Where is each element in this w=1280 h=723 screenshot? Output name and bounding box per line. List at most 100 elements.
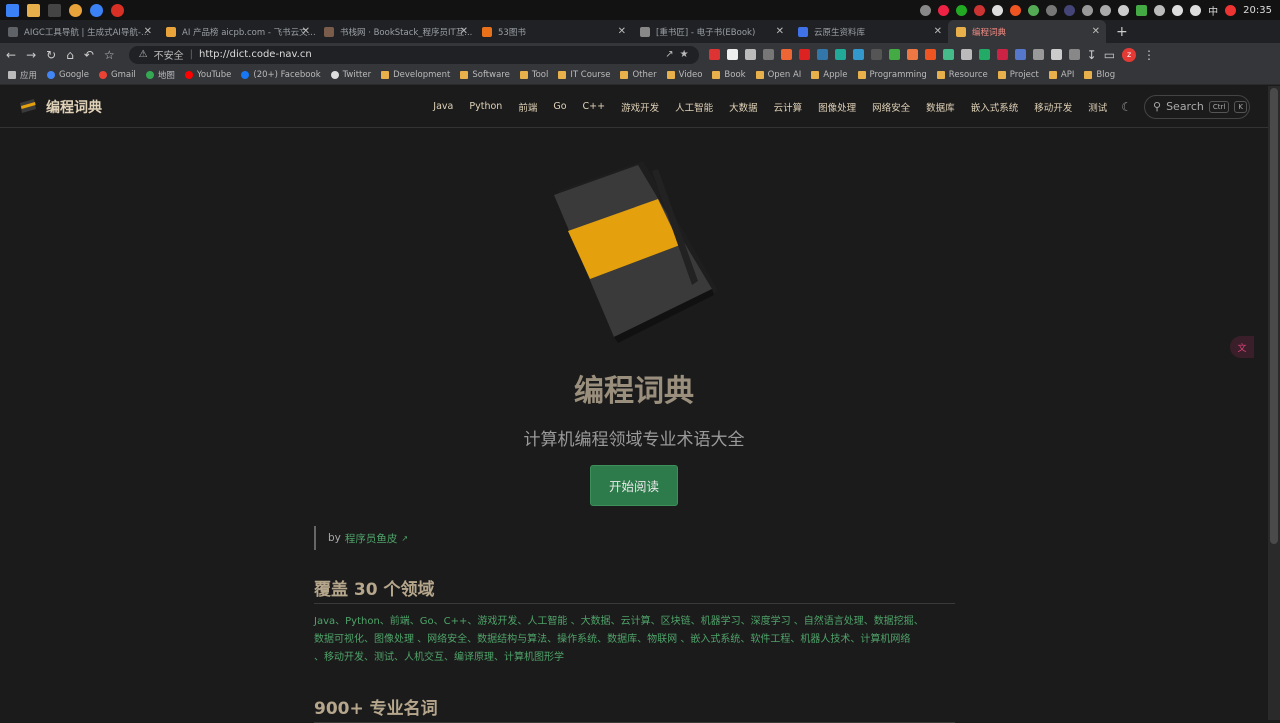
download-icon[interactable]: ↧ <box>1087 48 1097 62</box>
browser-tab[interactable]: 53图书 ✕ <box>474 20 632 43</box>
tray-icon[interactable] <box>974 4 986 16</box>
nav-link[interactable]: 人工智能 <box>675 100 713 114</box>
extension-icon[interactable] <box>906 49 918 60</box>
browser-tab[interactable]: 云原生资料库 ✕ <box>790 20 948 43</box>
bookmark-folder[interactable]: Project <box>997 70 1039 80</box>
bookmark-folder[interactable]: Development <box>381 70 450 80</box>
volume-icon[interactable] <box>1190 4 1202 16</box>
site-title[interactable]: 编程词典 <box>46 97 102 117</box>
bookmark-page-icon[interactable]: ★ <box>680 49 689 60</box>
tray-icon[interactable] <box>1028 4 1040 16</box>
sogou-icon[interactable] <box>1225 4 1237 16</box>
back-icon[interactable]: ← <box>6 48 16 62</box>
windows-start-icon[interactable] <box>6 3 19 17</box>
tray-icon[interactable] <box>1046 4 1058 16</box>
bookmark-folder[interactable]: Apple <box>811 70 848 80</box>
extension-icon[interactable] <box>996 49 1008 60</box>
tray-icon[interactable] <box>1118 4 1130 16</box>
nav-link[interactable]: 图像处理 <box>818 100 856 114</box>
bookmark-folder[interactable]: Tool <box>519 70 548 80</box>
tab-close-icon[interactable]: ✕ <box>302 26 310 37</box>
bookmark-folder[interactable]: API <box>1048 70 1074 80</box>
bookmark-folder[interactable]: Open AI <box>755 70 801 80</box>
nav-link[interactable]: 数据库 <box>926 100 955 114</box>
tab-close-icon[interactable]: ✕ <box>618 26 626 37</box>
search-button[interactable]: ⚲ Search Ctrl K <box>1144 94 1250 119</box>
chrome-active-app-icon[interactable] <box>90 3 103 17</box>
tray-icon[interactable] <box>1154 4 1166 16</box>
nav-link[interactable]: 移动开发 <box>1034 100 1072 114</box>
security-label[interactable]: 不安全 <box>154 47 184 62</box>
warning-icon[interactable]: ⚠ <box>139 49 148 60</box>
extension-icon[interactable] <box>798 49 810 60</box>
bookmark-folder[interactable]: IT Course <box>558 70 610 80</box>
domains-line[interactable]: 数据可视化、图像处理 、网络安全、数据结构与算法、操作系统、数据库、物联网 、嵌… <box>314 631 959 649</box>
domains-line[interactable]: 、移动开发、测试、人机交互、编译原理、计算机图形学 <box>314 649 959 667</box>
undo-icon[interactable]: ↶ <box>84 48 94 62</box>
page-scrollbar[interactable] <box>1268 86 1280 720</box>
browser-tab[interactable]: 书栈网 · BookStack_程序员IT互... ✕ <box>316 20 474 43</box>
dark-mode-toggle-icon[interactable]: ☾ <box>1121 100 1132 114</box>
nav-link[interactable]: Python <box>469 101 502 112</box>
translate-float-icon[interactable]: 文 <box>1230 336 1254 358</box>
bookmark-star-icon[interactable]: ☆ <box>104 48 115 62</box>
nav-link[interactable]: 游戏开发 <box>621 100 659 114</box>
bookmark-folder[interactable]: Blog <box>1084 70 1115 80</box>
menu-icon[interactable]: ⋮ <box>1143 48 1155 62</box>
reload-icon[interactable]: ↻ <box>46 48 56 62</box>
extension-icon[interactable] <box>1068 49 1080 60</box>
browser-tab[interactable]: AI 产品榜 aicpb.com - 飞书云文... ✕ <box>158 20 316 43</box>
author-link[interactable]: 程序员鱼皮 <box>345 531 398 546</box>
extension-icon[interactable] <box>762 49 774 60</box>
address-bar[interactable]: ⚠ 不安全 | http://dict.code-nav.cn ↗ ★ <box>128 45 699 64</box>
bookmark-folder[interactable]: Software <box>460 70 510 80</box>
domains-line[interactable]: Java、Python、前端、Go、C++、游戏开发、人工智能 、大数据、云计算… <box>314 613 959 631</box>
tray-icon[interactable] <box>938 4 950 16</box>
bookmark-folder[interactable]: Book <box>712 70 746 80</box>
bookmark-link[interactable]: Twitter <box>330 70 371 80</box>
new-tab-button[interactable]: + <box>1106 24 1138 40</box>
nav-link[interactable]: Java <box>433 101 453 112</box>
bookmark-folder[interactable]: Other <box>620 70 657 80</box>
tab-close-icon[interactable]: ✕ <box>934 26 942 37</box>
profile-avatar[interactable]: z <box>1122 47 1137 62</box>
tray-icon[interactable] <box>920 4 932 16</box>
wifi-icon[interactable] <box>1172 4 1184 16</box>
nav-link[interactable]: 测试 <box>1088 100 1107 114</box>
ime-indicator[interactable]: 中 <box>1208 3 1218 18</box>
bookmark-link[interactable]: Gmail <box>99 70 136 80</box>
extension-icon[interactable] <box>1014 49 1026 60</box>
share-icon[interactable]: ↗ <box>665 49 673 60</box>
nav-link[interactable]: 云计算 <box>774 100 803 114</box>
extension-icon[interactable] <box>1050 49 1062 60</box>
nav-link[interactable]: Go <box>553 101 566 112</box>
scrollbar-thumb[interactable] <box>1270 88 1278 544</box>
nav-link[interactable]: 大数据 <box>729 100 758 114</box>
tab-close-icon[interactable]: ✕ <box>1092 26 1100 37</box>
start-reading-button[interactable]: 开始阅读 <box>590 465 678 506</box>
nav-link[interactable]: 前端 <box>518 100 537 114</box>
extension-icon[interactable] <box>1032 49 1044 60</box>
vue-devtools-icon[interactable] <box>942 49 954 60</box>
extension-icon[interactable] <box>780 49 792 60</box>
tray-icon[interactable] <box>1100 4 1112 16</box>
bookmark-folder[interactable]: Resource <box>936 70 988 80</box>
bookmark-link[interactable]: 地图 <box>145 69 175 81</box>
forward-icon[interactable]: → <box>26 48 36 62</box>
nav-link[interactable]: C++ <box>583 101 606 112</box>
browser-tab[interactable]: [重书匠] - 电子书(EBook) ✕ <box>632 20 790 43</box>
tab-close-icon[interactable]: ✕ <box>460 26 468 37</box>
clock[interactable]: 20:35 <box>1243 5 1272 16</box>
extension-icon[interactable] <box>816 49 828 60</box>
bookmark-folder[interactable]: Video <box>666 70 702 80</box>
browser-tab[interactable]: AIGC工具导航 | 生成式AI导航-... ✕ <box>0 20 158 43</box>
bookmark-link[interactable]: (20+) Facebook <box>241 70 321 80</box>
wechat-tray-icon[interactable] <box>956 4 968 16</box>
nav-link[interactable]: 网络安全 <box>872 100 910 114</box>
tray-icon[interactable] <box>1064 4 1076 16</box>
bookmark-folder[interactable]: Programming <box>857 70 927 80</box>
extension-icon[interactable] <box>744 49 756 60</box>
tray-icon[interactable] <box>992 4 1004 16</box>
side-panel-icon[interactable]: ▭ <box>1104 48 1115 62</box>
extension-icon[interactable] <box>708 49 720 60</box>
